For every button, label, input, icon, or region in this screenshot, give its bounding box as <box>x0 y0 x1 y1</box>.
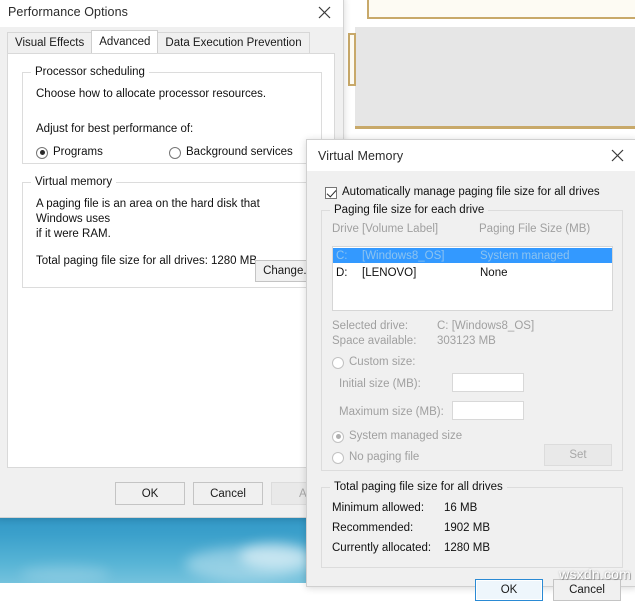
recommended-label: Recommended: <box>332 521 444 536</box>
total-paging-file-value: 1280 MB <box>211 254 257 269</box>
total-paging-file-label: Total paging file size for all drives: <box>36 254 211 269</box>
radio-custom-size-label: Custom size: <box>349 355 415 370</box>
background-window-left-edge <box>348 33 356 86</box>
auto-manage-paging-checkbox[interactable]: Automatically manage paging file size fo… <box>325 185 600 200</box>
radio-system-managed-size-label: System managed size <box>349 429 462 444</box>
close-icon[interactable] <box>598 140 635 171</box>
drive-paging-size: System managed <box>480 250 570 262</box>
column-header-drive: Drive [Volume Label] <box>332 222 479 237</box>
wallpaper-cloud <box>240 543 310 569</box>
paging-file-size-group: Paging file size for each drive Drive [V… <box>321 204 623 471</box>
radio-background-services-label: Background services <box>186 145 293 160</box>
processor-scheduling-legend: Processor scheduling <box>31 66 149 78</box>
drive-letter: D: <box>336 267 362 279</box>
performance-options-window: Performance Options Visual Effects Advan… <box>0 0 344 518</box>
performance-options-titlebar: Performance Options <box>0 0 343 27</box>
minimum-allowed-value: 16 MB <box>444 501 477 516</box>
processor-scheduling-group: Processor scheduling Choose how to alloc… <box>22 66 322 164</box>
paging-file-size-legend: Paging file size for each drive <box>330 204 488 216</box>
radio-indicator <box>332 452 344 464</box>
drive-volume-label: [Windows8_OS] <box>362 250 480 262</box>
radio-no-paging-file[interactable]: No paging file <box>332 450 419 465</box>
close-icon[interactable] <box>305 0 343 28</box>
maximum-size-input[interactable] <box>452 401 524 420</box>
performance-options-title: Performance Options <box>0 5 128 19</box>
drive-volume-label: [LENOVO] <box>362 267 480 279</box>
performance-options-tabs: Visual Effects Advanced Data Execution P… <box>7 31 309 53</box>
virtual-memory-legend: Virtual memory <box>31 176 116 188</box>
virtual-memory-description-line2: if it were RAM. <box>36 227 309 242</box>
virtual-memory-group: Virtual memory A paging file is an area … <box>22 176 322 288</box>
background-window-body <box>355 27 635 127</box>
space-available-label: Space available: <box>332 334 437 349</box>
minimum-allowed-label: Minimum allowed: <box>332 501 444 516</box>
adjust-for-best-performance-label: Adjust for best performance of: <box>36 122 309 137</box>
space-available-value: 303123 MB <box>437 334 496 349</box>
virtual-memory-title: Virtual Memory <box>307 149 403 163</box>
radio-indicator <box>332 357 344 369</box>
virtual-memory-description-line1: A paging file is an area on the hard dis… <box>36 197 309 227</box>
set-button[interactable]: Set <box>544 444 612 466</box>
tab-data-execution-prevention[interactable]: Data Execution Prevention <box>157 32 309 53</box>
virtual-memory-titlebar: Virtual Memory <box>307 140 635 171</box>
background-window-bottom-border <box>355 126 635 129</box>
tab-visual-effects[interactable]: Visual Effects <box>7 32 92 53</box>
processor-scheduling-description: Choose how to allocate processor resourc… <box>36 87 309 102</box>
virtual-memory-ok-button[interactable]: OK <box>475 579 543 601</box>
recommended-value: 1902 MB <box>444 521 490 536</box>
drive-paging-size: None <box>480 267 508 279</box>
drive-letter: C: <box>336 250 362 262</box>
total-paging-file-legend: Total paging file size for all drives <box>330 481 507 493</box>
initial-size-input[interactable] <box>452 373 524 392</box>
drive-list-row[interactable]: C: [Windows8_OS] System managed <box>333 248 612 263</box>
radio-programs-label: Programs <box>53 145 103 160</box>
background-window-titlebar <box>367 0 635 19</box>
watermark: wsxdn.com <box>559 566 631 582</box>
virtual-memory-dialog: Virtual Memory Automatically manage pagi… <box>306 139 635 587</box>
drive-list[interactable]: C: [Windows8_OS] System managed D: [LENO… <box>332 246 613 311</box>
radio-programs[interactable]: Programs <box>36 145 169 160</box>
radio-indicator <box>169 147 181 159</box>
selected-drive-label: Selected drive: <box>332 319 437 334</box>
wallpaper-cloud <box>20 565 110 583</box>
radio-no-paging-file-label: No paging file <box>349 450 419 465</box>
maximum-size-label: Maximum size (MB): <box>339 405 444 420</box>
desktop-background: Performance Options Visual Effects Advan… <box>0 0 635 583</box>
radio-indicator <box>36 147 48 159</box>
total-paging-file-group: Total paging file size for all drives Mi… <box>321 481 623 568</box>
performance-ok-button[interactable]: OK <box>115 482 185 505</box>
column-header-paging-size: Paging File Size (MB) <box>479 222 590 237</box>
radio-background-services[interactable]: Background services <box>169 145 293 160</box>
currently-allocated-label: Currently allocated: <box>332 541 444 556</box>
auto-manage-paging-label: Automatically manage paging file size fo… <box>342 185 600 200</box>
radio-custom-size[interactable]: Custom size: <box>332 355 415 370</box>
performance-cancel-button[interactable]: Cancel <box>193 482 263 505</box>
checkbox-indicator <box>325 187 337 199</box>
selected-drive-value: C: [Windows8_OS] <box>437 319 534 334</box>
drive-list-row[interactable]: D: [LENOVO] None <box>333 265 612 280</box>
currently-allocated-value: 1280 MB <box>444 541 490 556</box>
initial-size-label: Initial size (MB): <box>339 377 421 392</box>
radio-indicator <box>332 431 344 443</box>
radio-system-managed-size[interactable]: System managed size <box>332 429 462 444</box>
virtual-memory-cancel-button[interactable]: Cancel <box>553 579 621 601</box>
advanced-tab-panel: Processor scheduling Choose how to alloc… <box>7 53 335 468</box>
tab-advanced[interactable]: Advanced <box>91 30 158 53</box>
